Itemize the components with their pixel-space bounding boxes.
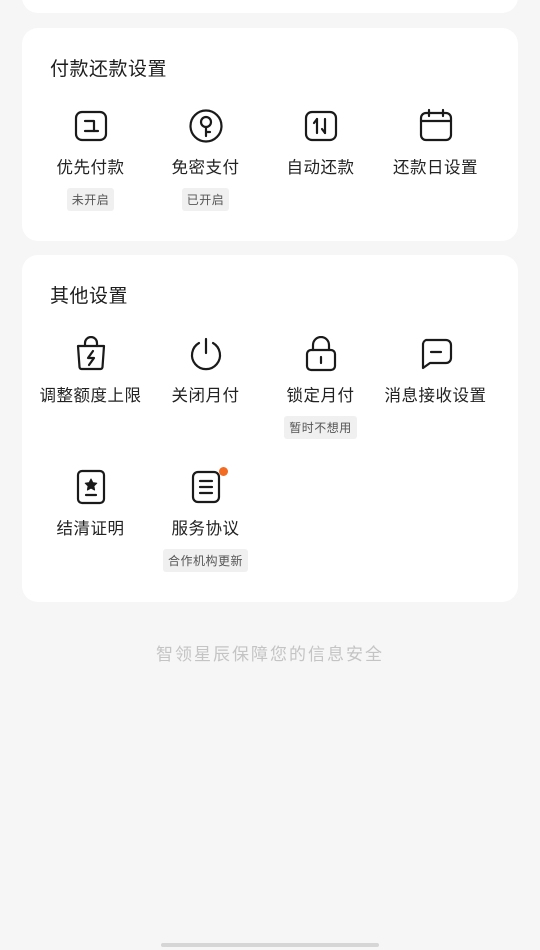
- priority-pay-button[interactable]: 优先付款 未开启: [33, 108, 148, 228]
- previous-card: [22, 0, 518, 13]
- other-settings-title: 其他设置: [50, 285, 129, 307]
- new-update-dot: [218, 467, 228, 476]
- close-monthly-pay-label: 关闭月付: [171, 386, 240, 405]
- password-free-pay-status: 已开启: [181, 188, 230, 211]
- payment-settings-title: 付款还款设置: [50, 58, 168, 80]
- auto-repay-icon: [303, 108, 339, 144]
- auto-repay-label: 自动还款: [286, 158, 355, 177]
- service-agreement-button[interactable]: 服务协议 合作机构更新: [148, 467, 263, 589]
- lock-monthly-pay-tag: 暂时不想用: [284, 416, 357, 439]
- security-note: 智领星辰保障您的信息安全: [156, 645, 384, 665]
- other-settings-card: 其他设置 调整额度上限 关闭月付 锁定月付 暂时不想用 消息接收设置 结清证明 …: [22, 255, 518, 602]
- priority-pay-icon: [73, 108, 109, 144]
- auto-repay-button[interactable]: 自动还款: [263, 108, 378, 228]
- payment-settings-card: 付款还款设置 优先付款 未开启 免密支付 已开启 自动还款 还款日设置: [22, 28, 518, 241]
- lock-icon: [303, 335, 339, 372]
- message-settings-label: 消息接收设置: [384, 386, 487, 405]
- certificate-icon: [73, 469, 109, 505]
- adjust-limit-label: 调整额度上限: [39, 386, 142, 405]
- service-agreement-tag: 合作机构更新: [162, 549, 248, 572]
- repay-date-label: 还款日设置: [393, 158, 478, 177]
- message-icon: [418, 336, 454, 372]
- priority-pay-label: 优先付款: [56, 158, 125, 177]
- settlement-proof-label: 结清证明: [56, 519, 125, 538]
- close-monthly-pay-button[interactable]: 关闭月付: [148, 336, 263, 456]
- bag-bolt-icon: [73, 335, 109, 372]
- service-agreement-label: 服务协议: [171, 519, 240, 538]
- home-indicator[interactable]: [161, 943, 379, 947]
- power-icon: [188, 336, 224, 372]
- password-free-pay-label: 免密支付: [171, 158, 240, 177]
- key-icon: [188, 108, 224, 144]
- repay-date-button[interactable]: 还款日设置: [378, 108, 493, 228]
- password-free-pay-button[interactable]: 免密支付 已开启: [148, 108, 263, 228]
- calendar-icon: [418, 108, 454, 144]
- document-icon: [188, 467, 228, 505]
- settlement-proof-button[interactable]: 结清证明: [33, 469, 148, 589]
- lock-monthly-pay-label: 锁定月付: [286, 386, 355, 405]
- lock-monthly-pay-button[interactable]: 锁定月付 暂时不想用: [263, 335, 378, 456]
- message-settings-button[interactable]: 消息接收设置: [378, 336, 493, 456]
- adjust-limit-button[interactable]: 调整额度上限: [33, 335, 148, 456]
- priority-pay-status: 未开启: [66, 188, 115, 211]
